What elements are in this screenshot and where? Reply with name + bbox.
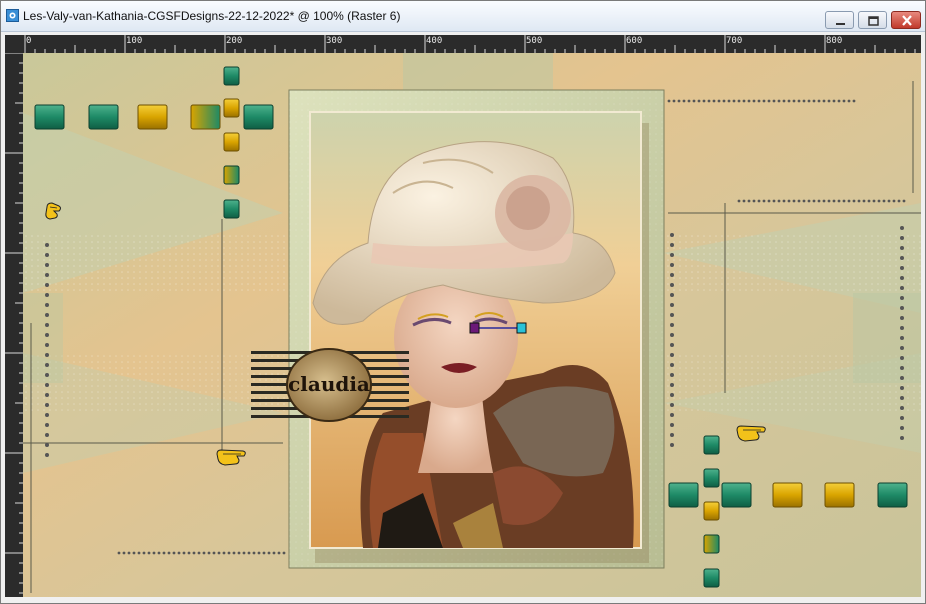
maximize-button[interactable] [858,11,887,29]
application-window: Les-Valy-van-Kathania-CGSFDesigns-22-12-… [0,0,926,604]
ruler-label: 800 [826,36,843,46]
title-bar[interactable]: Les-Valy-van-Kathania-CGSFDesigns-22-12-… [1,1,925,32]
square-tile-icon [88,104,119,130]
vertical-ruler[interactable] [5,53,23,597]
horizontal-ruler[interactable]: 0 100 200 300 400 500 600 700 800 [23,35,921,53]
square-tile-icon [703,534,720,554]
ruler-ticks [24,35,916,53]
square-tile-icon [668,482,699,508]
square-tile-icon [223,132,240,152]
square-tile-icon [703,568,720,588]
close-button[interactable] [891,11,921,29]
minimize-icon [836,23,845,25]
square-tile-icon [223,165,240,185]
minimize-button[interactable] [825,11,854,29]
ruler-ticks [5,53,23,594]
image-canvas[interactable]: claudia [23,53,921,597]
ruler-label: 700 [726,36,743,46]
square-tile-icon [703,435,720,455]
maximize-icon [868,16,879,26]
ruler-label: 600 [626,36,643,46]
square-tile-icon [824,482,855,508]
square-tile-icon [223,199,240,219]
ruler-label: 500 [526,36,543,46]
ruler-label: 0 [26,36,32,46]
ruler-label: 300 [326,36,343,46]
square-tile-icon [243,104,274,130]
watermark-text: claudia [288,372,370,396]
square-tile-icon [223,66,240,86]
ruler-label: 200 [226,36,243,46]
square-tile-icon [223,98,240,118]
app-icon [6,9,19,22]
square-tile-icon [772,482,803,508]
square-tile-icon [34,104,65,130]
square-tile-icon [190,104,221,130]
square-tile-icon [703,468,720,488]
window-title: Les-Valy-van-Kathania-CGSFDesigns-22-12-… [23,9,401,23]
square-tile-icon [137,104,168,130]
square-tile-icon [703,501,720,521]
ruler-corner [5,35,23,53]
square-tile-icon [877,482,908,508]
square-tile-icon [721,482,752,508]
artwork: claudia [23,53,921,597]
ruler-label: 400 [426,36,443,46]
ruler-label: 100 [126,36,143,46]
close-icon [902,15,912,26]
